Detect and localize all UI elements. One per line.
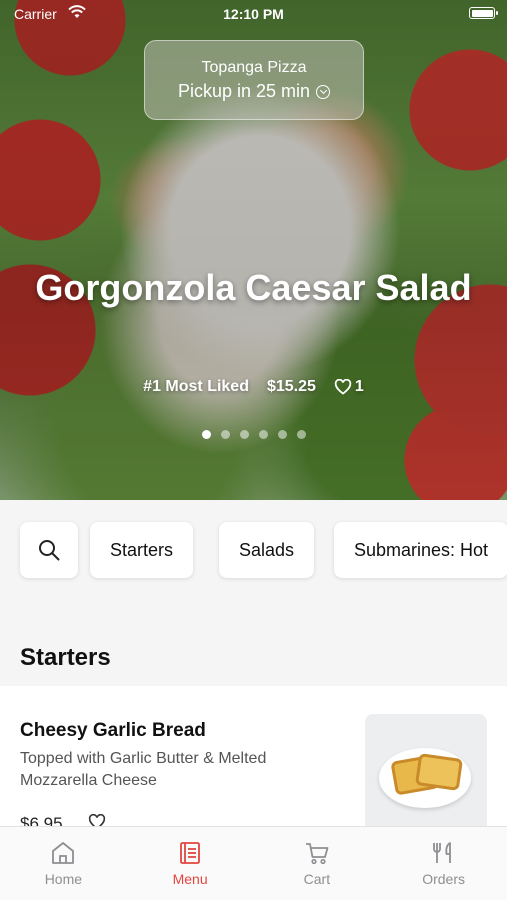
hero-carousel[interactable]: Carrier 12:10 PM Topanga Pizza Pickup in… xyxy=(0,0,507,500)
carousel-dot[interactable] xyxy=(201,430,211,439)
search-icon xyxy=(39,540,60,561)
tab-menu-label: Menu xyxy=(172,871,208,887)
featured-item-title: Gorgonzola Caesar Salad xyxy=(35,267,472,308)
category-bar: Starters Salads Submarines: Hot xyxy=(0,500,507,600)
tab-home[interactable]: Home xyxy=(0,827,127,900)
pickup-selector[interactable]: Topanga Pizza Pickup in 25 min xyxy=(144,40,364,120)
featured-rank: #1 Most Liked xyxy=(143,378,249,395)
carousel-dot[interactable] xyxy=(296,430,306,439)
menu-item-description: Topped with Garlic Butter & Melted Mozza… xyxy=(20,750,267,789)
carousel-dot[interactable] xyxy=(220,430,230,439)
home-icon xyxy=(52,842,75,864)
carousel-dot[interactable] xyxy=(277,430,287,439)
carousel-dot[interactable] xyxy=(239,430,249,439)
cart-icon xyxy=(305,843,329,865)
tab-cart[interactable]: Cart xyxy=(254,827,381,900)
tab-bar: Home Menu Cart Orders xyxy=(0,826,507,900)
status-time: 12:10 PM xyxy=(223,6,284,22)
carousel-pagination[interactable] xyxy=(0,430,507,439)
status-bar: Carrier 12:10 PM xyxy=(0,0,507,28)
menu-item-photo xyxy=(365,714,487,844)
featured-price: $15.25 xyxy=(266,378,316,395)
tab-home-label: Home xyxy=(44,871,83,887)
tab-menu[interactable]: Menu xyxy=(127,827,254,900)
menu-icon xyxy=(180,842,201,864)
category-chip-salads[interactable]: Salads xyxy=(219,522,315,578)
featured-item-meta: #1 Most Liked $15.25 1 xyxy=(0,378,507,396)
pickup-time-label: Pickup in 25 min xyxy=(177,81,311,101)
tab-orders[interactable]: Orders xyxy=(380,827,507,900)
tab-orders-label: Orders xyxy=(422,871,466,887)
category-chip-starters[interactable]: Starters xyxy=(90,522,194,578)
orders-icon xyxy=(432,842,451,863)
chevron-down-circle-icon xyxy=(316,84,331,99)
battery-icon xyxy=(469,7,498,19)
category-chip-submarines-hot[interactable]: Submarines: Hot xyxy=(334,522,507,578)
featured-likes[interactable]: 1 xyxy=(334,378,364,396)
bread-slice-shape xyxy=(414,753,464,791)
tab-cart-label: Cart xyxy=(303,871,331,887)
menu-item-name: Cheesy Garlic Bread xyxy=(20,720,206,741)
carousel-dot[interactable] xyxy=(258,430,268,439)
store-name: Topanga Pizza xyxy=(201,59,307,76)
section-title: Starters xyxy=(20,644,111,671)
heart-icon xyxy=(334,379,352,395)
featured-like-count: 1 xyxy=(354,378,364,395)
search-button[interactable] xyxy=(20,522,78,578)
